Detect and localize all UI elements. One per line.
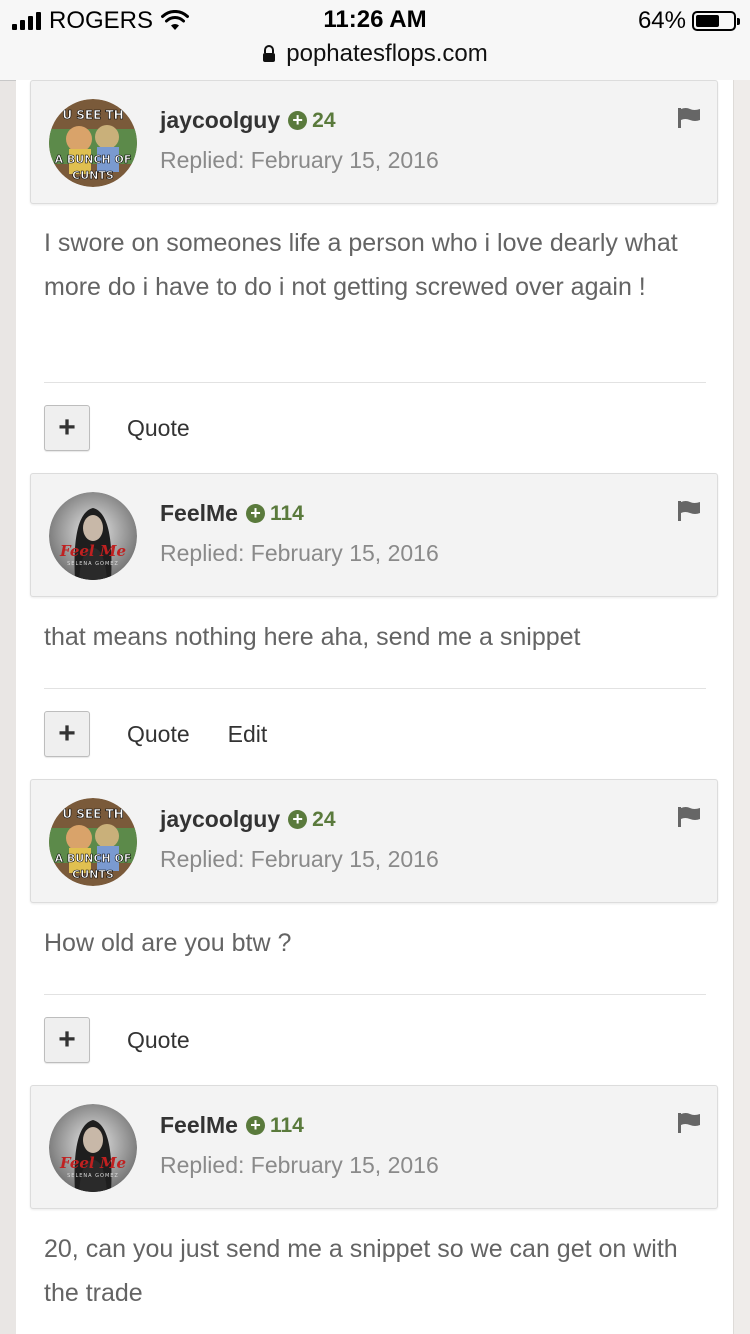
post-actions: + Quote Edit	[44, 710, 267, 758]
avatar[interactable]: U SEE TH A BUNCH OF CUNTS	[49, 99, 137, 187]
address-bar[interactable]: pophatesflops.com	[0, 40, 750, 68]
plus-circle-icon: +	[245, 1116, 265, 1135]
add-reaction-button[interactable]: +	[44, 405, 90, 451]
lock-icon	[263, 45, 276, 62]
post-header: U SEE TH A BUNCH OF CUNTS jaycoolguy + 2…	[30, 779, 718, 903]
avatar-caption-bottom-2: CUNTS	[72, 169, 114, 182]
divider	[44, 382, 706, 383]
author-name[interactable]: FeelMe	[160, 1112, 238, 1139]
reputation-badge: + 24	[288, 108, 336, 133]
reputation-count: 24	[312, 108, 336, 132]
flag-icon[interactable]	[677, 806, 701, 828]
quote-link[interactable]: Quote	[127, 415, 190, 442]
avatar-caption-bottom-1: A BUNCH OF	[55, 852, 132, 865]
author-line: jaycoolguy + 24	[160, 107, 336, 134]
post-actions: + Quote	[44, 1016, 190, 1064]
avatar-caption-bottom-2: CUNTS	[72, 868, 114, 881]
flag-icon[interactable]	[677, 1112, 701, 1134]
avatar[interactable]: Feel Me SELENA GOMEZ	[49, 492, 137, 580]
post-actions: + Quote	[44, 404, 190, 452]
plus-icon: +	[58, 411, 76, 444]
reputation-count: 114	[269, 501, 304, 525]
post-header: U SEE TH A BUNCH OF CUNTS jaycoolguy + 2…	[30, 80, 718, 204]
battery-percent: 64%	[637, 7, 686, 34]
avatar-script-text: Feel Me	[59, 1154, 126, 1172]
page-margin	[733, 80, 750, 1334]
reputation-badge: + 24	[288, 807, 336, 832]
author-line: FeelMe + 114	[160, 1112, 304, 1139]
post-body: How old are you btw ?	[44, 929, 292, 957]
quote-link[interactable]: Quote	[127, 1027, 190, 1054]
quote-link[interactable]: Quote	[127, 721, 190, 748]
reply-date: Replied: February 15, 2016	[160, 1152, 439, 1178]
avatar-subtext: SELENA GOMEZ	[67, 561, 119, 567]
url-text: pophatesflops.com	[286, 40, 488, 67]
post-header: Feel Me SELENA GOMEZ FeelMe + 114 Replie…	[30, 473, 718, 597]
status-bar: ROGERS 11:26 AM 64% pophatesflops.com	[0, 0, 750, 81]
author-line: jaycoolguy + 24	[160, 806, 336, 833]
reply-date: Replied: February 15, 2016	[160, 540, 439, 566]
author-name[interactable]: jaycoolguy	[160, 806, 280, 833]
divider	[44, 688, 706, 689]
avatar-subtext: SELENA GOMEZ	[67, 1173, 119, 1179]
plus-circle-icon: +	[288, 111, 308, 130]
add-reaction-button[interactable]: +	[44, 711, 90, 757]
add-reaction-button[interactable]: +	[44, 1017, 90, 1063]
post-body: I swore on someones life a person who i …	[44, 229, 678, 301]
avatar-script-text: Feel Me	[59, 542, 126, 560]
avatar[interactable]: U SEE TH A BUNCH OF CUNTS	[49, 798, 137, 886]
reputation-count: 24	[312, 807, 336, 831]
battery-icon	[692, 11, 740, 31]
reply-date: Replied: February 15, 2016	[160, 846, 439, 872]
divider	[44, 994, 706, 995]
flag-icon[interactable]	[677, 107, 701, 129]
plus-circle-icon: +	[288, 810, 308, 829]
battery-group: 64%	[637, 6, 740, 36]
plus-icon: +	[58, 1023, 76, 1056]
edit-link[interactable]: Edit	[228, 721, 268, 748]
post-body: that means nothing here aha, send me a s…	[44, 623, 581, 651]
flag-icon[interactable]	[677, 500, 701, 522]
avatar-caption-top: U SEE TH	[62, 108, 123, 122]
post-body: 20, can you just send me a snippet so we…	[44, 1235, 678, 1307]
reputation-count: 114	[269, 1113, 304, 1137]
plus-circle-icon: +	[245, 504, 265, 523]
forum-thread[interactable]: U SEE TH A BUNCH OF CUNTS jaycoolguy + 2…	[16, 80, 733, 1334]
post-header: Feel Me SELENA GOMEZ FeelMe + 114 Replie…	[30, 1085, 718, 1209]
avatar[interactable]: Feel Me SELENA GOMEZ	[49, 1104, 137, 1192]
avatar-caption-bottom-1: A BUNCH OF	[55, 153, 132, 166]
reputation-badge: + 114	[245, 1113, 304, 1138]
author-name[interactable]: jaycoolguy	[160, 107, 280, 134]
reply-date: Replied: February 15, 2016	[160, 147, 439, 173]
avatar-caption-top: U SEE TH	[62, 807, 123, 821]
plus-icon: +	[58, 717, 76, 750]
reputation-badge: + 114	[245, 501, 304, 526]
author-name[interactable]: FeelMe	[160, 500, 238, 527]
author-line: FeelMe + 114	[160, 500, 304, 527]
